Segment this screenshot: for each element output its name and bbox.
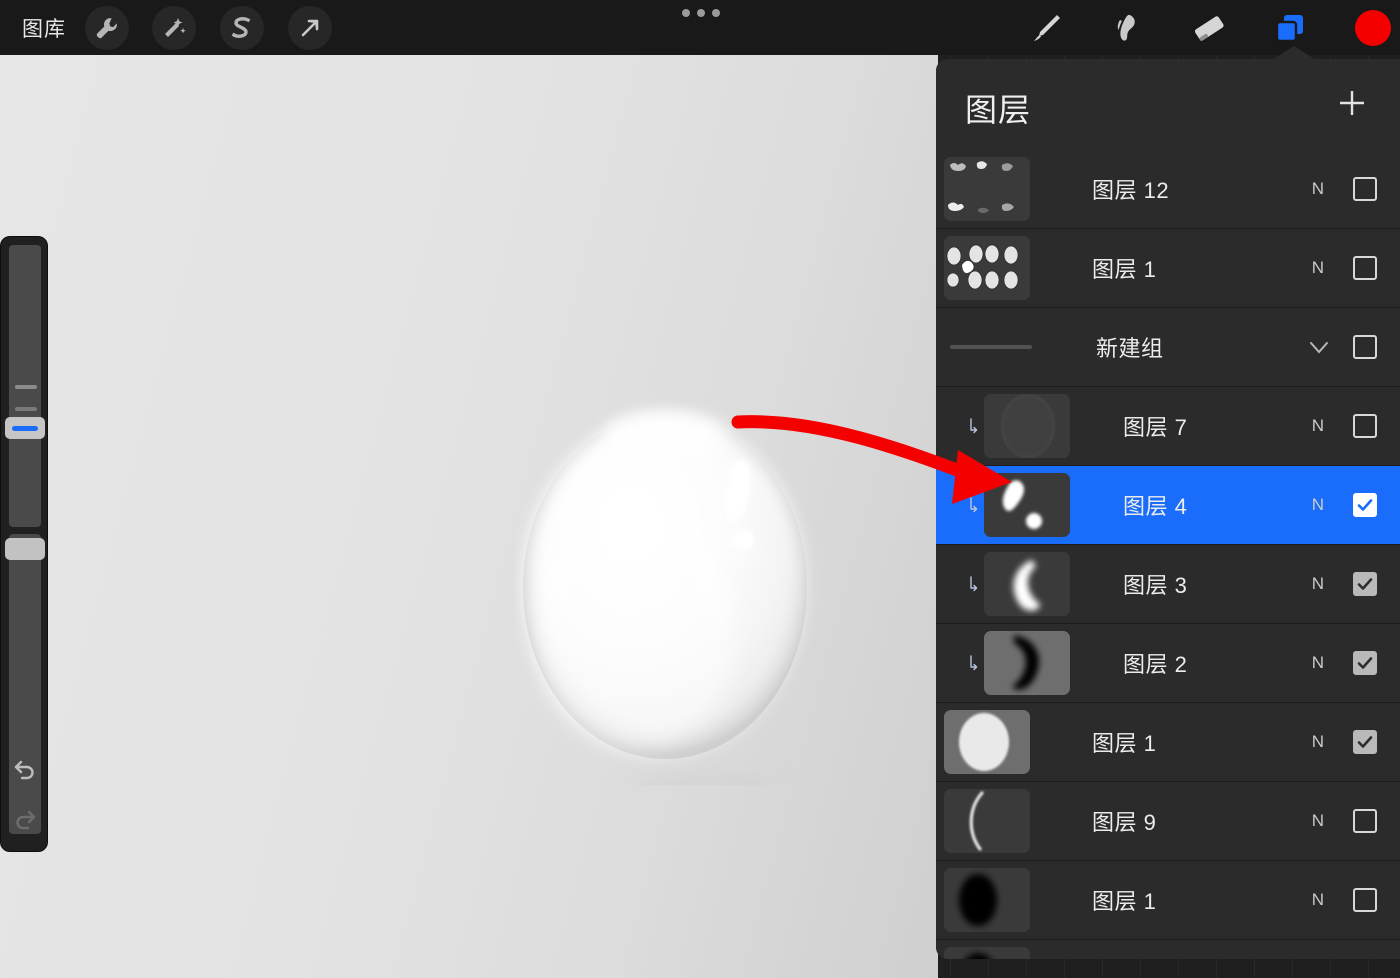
layer-visibility-checkbox[interactable] <box>1353 256 1377 280</box>
layer-row[interactable]: 图层 2 N <box>936 624 1400 703</box>
layer-name: 图层 12 <box>1092 178 1170 203</box>
blend-mode-label[interactable]: N <box>1312 416 1324 436</box>
layer-row[interactable]: 图层 4 N <box>936 466 1400 545</box>
multitasking-dots[interactable] <box>682 9 720 17</box>
layer-thumbnail[interactable] <box>984 394 1070 458</box>
layer-thumbnail[interactable] <box>984 473 1070 537</box>
brush-size-tick-lower <box>15 407 37 411</box>
blend-mode-label[interactable]: N <box>1312 179 1324 199</box>
layer-name: 图层 1 <box>1092 731 1157 756</box>
artwork-egg <box>515 385 825 806</box>
clipping-mask-icon <box>969 497 983 513</box>
layer-row[interactable]: 图层 3 N <box>936 545 1400 624</box>
layers-icon[interactable] <box>1266 4 1314 52</box>
layer-name: 图层 3 <box>1123 573 1188 598</box>
clipping-mask-icon <box>969 655 983 671</box>
blend-mode-label[interactable]: N <box>1312 811 1324 831</box>
layer-visibility-checkbox[interactable] <box>1353 888 1377 912</box>
layer-row[interactable]: 图层 12 N <box>936 150 1400 229</box>
layer-name: 图层 1 <box>1092 889 1157 914</box>
undo-button[interactable] <box>9 753 41 785</box>
transform-arrow-icon[interactable] <box>288 6 332 50</box>
layer-row[interactable]: 图层 1N <box>936 940 1400 959</box>
adjustments-wand-icon[interactable] <box>152 6 196 50</box>
blend-mode-label[interactable]: N <box>1312 495 1324 515</box>
gallery-button[interactable]: 图库 <box>22 13 66 43</box>
layer-visibility-checkbox[interactable] <box>1353 493 1377 517</box>
brush-size-handle[interactable] <box>5 417 45 439</box>
eraser-icon[interactable] <box>1185 4 1233 52</box>
layer-row[interactable]: 图层 1 N <box>936 703 1400 782</box>
layer-thumbnail[interactable] <box>944 157 1030 221</box>
layer-visibility-checkbox[interactable] <box>1353 177 1377 201</box>
clipping-mask-icon <box>969 576 983 592</box>
left-sidebar <box>0 236 48 852</box>
layers-panel: 图层 图层 12 N 图层 1 N 新建组 图层 7 N 图层 4 N 图层 3… <box>936 59 1400 959</box>
clipping-mask-icon <box>969 418 983 434</box>
layer-thumbnail[interactable] <box>944 710 1030 774</box>
actions-wrench-icon[interactable] <box>85 6 129 50</box>
blend-mode-label[interactable]: N <box>1312 574 1324 594</box>
drawing-canvas[interactable] <box>0 55 938 978</box>
selection-s-icon[interactable] <box>220 6 264 50</box>
dot-1 <box>682 9 690 17</box>
dot-3 <box>712 9 720 17</box>
layer-row[interactable]: 图层 1 N <box>936 861 1400 940</box>
blend-mode-label[interactable]: N <box>1312 653 1324 673</box>
layer-row[interactable]: 图层 9 N <box>936 782 1400 861</box>
brush-size-tick-upper <box>15 385 37 389</box>
color-swatch-button[interactable] <box>1355 10 1391 46</box>
layer-visibility-checkbox[interactable] <box>1353 572 1377 596</box>
layers-list[interactable]: 图层 12 N 图层 1 N 新建组 图层 7 N 图层 4 N 图层 3 N 图… <box>936 150 1400 959</box>
layer-visibility-checkbox[interactable] <box>1353 414 1377 438</box>
layer-thumbnail[interactable] <box>944 236 1030 300</box>
layer-name: 图层 1 <box>1092 257 1157 282</box>
layer-thumbnail[interactable] <box>944 868 1030 932</box>
layer-name: 图层 2 <box>1123 652 1188 677</box>
layer-name: 图层 7 <box>1123 415 1188 440</box>
layer-thumbnail[interactable] <box>944 789 1030 853</box>
layer-thumbnail[interactable] <box>984 631 1070 695</box>
add-layer-button[interactable] <box>1334 85 1370 121</box>
layer-group-row[interactable]: 新建组 <box>936 308 1400 387</box>
paint-brush-icon[interactable] <box>1022 4 1070 52</box>
layer-thumbnail[interactable] <box>984 552 1070 616</box>
redo-button[interactable] <box>9 803 41 835</box>
blend-mode-label[interactable]: N <box>1312 890 1324 910</box>
layer-name: 图层 4 <box>1123 494 1188 519</box>
top-toolbar: 图库 <box>0 0 1400 55</box>
layers-panel-title: 图层 <box>965 92 1032 128</box>
blend-mode-label[interactable]: N <box>1312 258 1324 278</box>
opacity-slider[interactable] <box>9 534 41 834</box>
procreate-window: 图库 图层 图层 12 N 图层 1 N 新建组 图层 7 N 图层 4 N 图… <box>0 0 1400 978</box>
layer-row[interactable]: 图层 7 N <box>936 387 1400 466</box>
layer-name: 新建组 <box>1096 336 1164 361</box>
layer-row[interactable]: 图层 1 N <box>936 229 1400 308</box>
group-collapsed-bar <box>950 345 1032 349</box>
opacity-handle[interactable] <box>5 538 45 560</box>
layer-visibility-checkbox[interactable] <box>1353 809 1377 833</box>
layer-name: 图层 9 <box>1092 810 1157 835</box>
brush-size-handle-bar <box>12 425 38 431</box>
layer-visibility-checkbox[interactable] <box>1353 651 1377 675</box>
chevron-down-icon[interactable] <box>1306 334 1332 360</box>
layer-thumbnail[interactable] <box>944 947 1030 959</box>
smudge-icon[interactable] <box>1102 4 1150 52</box>
layers-panel-header: 图层 <box>936 59 1400 150</box>
layer-visibility-checkbox[interactable] <box>1353 335 1377 359</box>
dot-2 <box>697 9 705 17</box>
blend-mode-label[interactable]: N <box>1312 732 1324 752</box>
layer-visibility-checkbox[interactable] <box>1353 730 1377 754</box>
panel-pointer-triangle <box>1272 46 1316 60</box>
